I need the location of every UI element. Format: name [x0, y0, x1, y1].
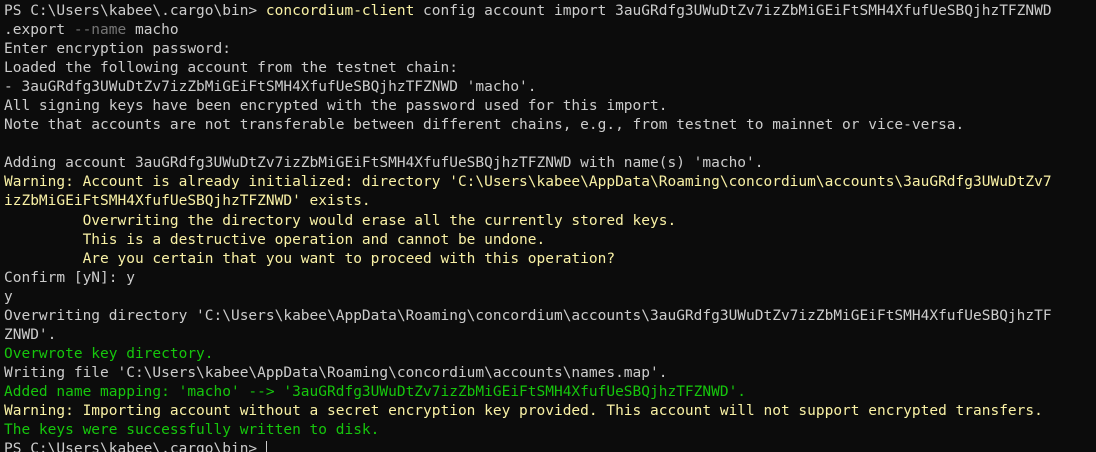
- command-args-continued: .export: [4, 22, 74, 39]
- command-line-1: PS C:\Users\kabee\.cargo\bin> concordium…: [4, 2, 1096, 21]
- command-flag: --name: [73, 22, 127, 39]
- final-prompt-line[interactable]: PS C:\Users\kabee\.cargo\bin>: [4, 440, 1096, 452]
- output-line: All signing keys have been encrypted wit…: [4, 98, 668, 115]
- terminal-window[interactable]: PS C:\Users\kabee\.cargo\bin> concordium…: [0, 0, 1096, 452]
- command-flag-value: macho: [126, 22, 179, 39]
- output-line: Note that accounts are not transferable …: [4, 117, 965, 134]
- output-line: y: [4, 288, 13, 305]
- prompt: PS C:\Users\kabee\.cargo\bin>: [4, 3, 266, 19]
- warning-line: This is a destructive operation and cann…: [4, 231, 546, 248]
- success-line: Overwrote key directory.: [4, 345, 214, 362]
- output-line: Enter encryption password:: [4, 41, 231, 58]
- warning-line: Are you certain that you want to proceed…: [4, 250, 616, 267]
- warning-line: Warning: Account is already initialized:…: [4, 174, 1052, 191]
- warning-line: izZbMiGEiFtSMH4XfufUeSBQjhzTFZNWD' exist…: [4, 193, 371, 210]
- success-line: Added name mapping: 'macho' --> '3auGRdf…: [4, 383, 747, 400]
- output-line: Overwriting directory 'C:\Users\kabee\Ap…: [4, 307, 1052, 324]
- output-line: Loaded the following account from the te…: [4, 60, 458, 77]
- command-executable: concordium-client: [265, 3, 415, 19]
- command-line-2: .export --name macho: [4, 21, 1096, 40]
- confirm-prompt-line: Confirm [yN]: y: [4, 269, 135, 286]
- warning-line: Warning: Importing account without a sec…: [4, 402, 1043, 419]
- output-line: ZNWD'.: [4, 326, 57, 343]
- prompt: PS C:\Users\kabee\.cargo\bin>: [4, 441, 266, 452]
- command-args: config account import 3auGRdfg3UWuDtZv7i…: [414, 3, 1052, 19]
- warning-line: Overwriting the directory would erase al…: [4, 212, 677, 229]
- output-line: - 3auGRdfg3UWuDtZv7izZbMiGEiFtSMH4XfufUe…: [4, 79, 537, 96]
- terminal-output: Enter encryption password: Loaded the fo…: [4, 40, 1096, 440]
- success-line: The keys were successfully written to di…: [4, 422, 380, 439]
- output-line: Adding account 3auGRdfg3UWuDtZv7izZbMiGE…: [4, 155, 764, 172]
- text-cursor: [265, 441, 267, 452]
- output-line: Writing file 'C:\Users\kabee\AppData\Roa…: [4, 364, 668, 381]
